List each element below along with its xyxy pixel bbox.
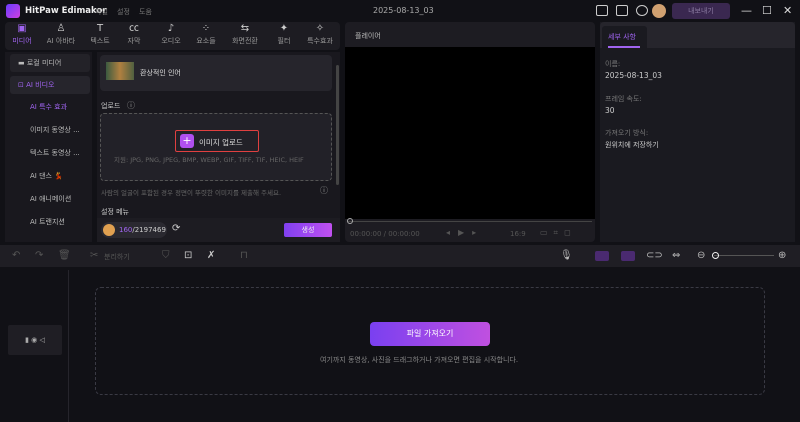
layout-icon[interactable]	[596, 5, 608, 16]
tab-underline	[608, 46, 640, 48]
playback-slider[interactable]	[348, 221, 592, 222]
plus-icon: +	[180, 134, 194, 148]
zoom-slider[interactable]	[714, 255, 774, 256]
project-title: 2025-08-13_03	[373, 6, 434, 15]
sidebar-item-text-to-video[interactable]: 텍스트 동영상 ...	[10, 144, 90, 162]
tab-effects[interactable]: ✧ 특수효과	[301, 22, 339, 46]
menu-file[interactable]: 파일	[95, 7, 108, 17]
tab-transition[interactable]: ⇆ 화면전환	[224, 22, 266, 46]
fit-icon[interactable]: ⇔	[672, 250, 680, 261]
remove-icon[interactable]: ✗	[207, 250, 215, 261]
tab-elements[interactable]: ⁘ 요소들	[189, 22, 223, 46]
sidebar-item-ai-transition[interactable]: AI 트랜지션	[10, 213, 90, 231]
microphone-icon[interactable]: 🎙	[560, 250, 573, 261]
import-mode-value: 원위치에 저장하기	[605, 141, 659, 149]
track-icon[interactable]: ⊂⊃	[646, 250, 663, 261]
sidebar-item-ai-video[interactable]: ⊡ AI 비디오	[10, 76, 90, 94]
minimize-button[interactable]: —	[741, 4, 752, 17]
zoom-out-icon[interactable]: ⊖	[697, 250, 705, 261]
download-icon[interactable]	[636, 5, 648, 16]
aspect-ratio-select[interactable]: 16:9	[510, 230, 526, 238]
filter-icon: ✦	[279, 23, 289, 34]
text-box-icon[interactable]: ⊡	[184, 250, 192, 261]
import-mode-label: 가져오기 방식:	[605, 129, 649, 137]
sidebar-item-ai-effects[interactable]: AI 특수 효과	[10, 98, 90, 116]
export-frame-icon[interactable]: ⊓	[240, 250, 248, 261]
name-label: 이름:	[605, 60, 621, 68]
credits: 160/2197469	[119, 226, 166, 234]
tab-ai-avatar[interactable]: ♙ AI 아바타	[41, 22, 81, 46]
effect-thumbnail	[106, 62, 134, 80]
cc-icon: ㏄	[129, 23, 139, 34]
supported-formats: 지원: JPG, PNG, JPEG, BMP, WEBP, GIF, TIFF…	[114, 156, 304, 164]
playback-controls[interactable]: ◂▶▸	[446, 228, 484, 237]
generate-button[interactable]: 생성	[284, 223, 332, 237]
app-logo	[6, 4, 20, 18]
fps-value: 30	[605, 106, 615, 115]
zoom-handle[interactable]	[712, 252, 719, 259]
settings-label: 설정 메뉴	[101, 208, 129, 216]
coin-icon	[103, 224, 115, 236]
fps-label: 프레임 속도:	[605, 95, 642, 103]
undo-icon[interactable]: ↶	[12, 250, 20, 261]
feedback-icon[interactable]	[616, 5, 628, 16]
import-file-button[interactable]: 파일 가져오기	[370, 322, 490, 346]
upload-image-label: 이미지 업로드	[199, 138, 243, 147]
preview-screen	[345, 47, 595, 219]
player-tools-icon[interactable]: ▭⌗◻	[540, 228, 577, 238]
tab-audio[interactable]: ♪ 오디오	[154, 22, 188, 46]
playhead-handle[interactable]	[347, 218, 353, 224]
sidebar: ▬ 로컬 미디어 ⊡ AI 비디오 AI 특수 효과 이미지 동영상 ... 텍…	[5, 52, 92, 242]
tab-filter[interactable]: ✦ 필터	[267, 22, 301, 46]
refresh-icon[interactable]: ⟳	[172, 223, 180, 234]
time-display: 00:00:00 / 00:00:00	[350, 230, 420, 238]
avatar-icon: ♙	[56, 23, 66, 34]
delete-icon[interactable]: 🗑	[58, 250, 71, 261]
avatar[interactable]	[652, 4, 666, 18]
name-value: 2025-08-13_03	[605, 71, 662, 80]
toolbar-tabs: ▣ 미디어 ♙ AI 아바타 T 텍스트 ㏄ 자막 ♪ 오디오 ⁘ 요소들 ⇆ 화면전환 ✦ 필…	[5, 22, 340, 50]
music-icon: ♪	[167, 23, 175, 34]
menu-settings[interactable]: 설정	[117, 7, 130, 17]
info-icon[interactable]: ⓘ	[320, 185, 328, 196]
text-icon: T	[96, 23, 104, 34]
info-icon[interactable]: ⓘ	[127, 100, 135, 111]
redo-icon[interactable]: ↷	[35, 250, 43, 261]
scrollbar[interactable]	[336, 65, 339, 185]
zoom-in-icon[interactable]: ⊕	[778, 250, 786, 261]
sidebar-item-image-to-video[interactable]: 이미지 동영상 ...	[10, 121, 90, 139]
sidebar-item-ai-dance[interactable]: AI 댄스 💃	[10, 167, 90, 185]
sidebar-item-ai-animation[interactable]: AI 애니메이션	[10, 190, 90, 208]
menu-help[interactable]: 도움	[139, 7, 152, 17]
image-icon: ▣	[17, 23, 27, 34]
face-hint: 사람의 얼굴이 포함된 경우 정면이 뚜렷한 이미지를 제출해 주세요.	[101, 189, 282, 197]
drop-hint: 여기까지 동영상, 사진을 드래그하거나 가져오면 편집을 시작합니다.	[320, 356, 519, 364]
elements-icon: ⁘	[201, 23, 211, 34]
tab-details-label: 세부 사항	[608, 33, 636, 41]
tab-text[interactable]: T 텍스트	[83, 22, 117, 46]
sidebar-item-local-media[interactable]: ▬ 로컬 미디어	[10, 54, 90, 72]
player-title: 플레이어	[355, 32, 381, 40]
maximize-button[interactable]: ☐	[762, 4, 772, 17]
track-header: ▮ ◉ ◁	[8, 325, 62, 355]
track-controls-icon[interactable]: ▮ ◉ ◁	[25, 336, 45, 344]
effects-icon: ✧	[315, 23, 325, 34]
transition-icon: ⇆	[240, 23, 250, 34]
link-icon[interactable]	[595, 251, 609, 261]
effect-name: 환상적인 인어	[140, 69, 181, 77]
split-icon[interactable]: ✂	[90, 250, 98, 261]
export-button[interactable]: 내보내기	[672, 3, 730, 19]
track-divider	[68, 270, 69, 422]
magnet-icon[interactable]	[621, 251, 635, 261]
tab-subtitle[interactable]: ㏄ 자막	[117, 22, 151, 46]
close-button[interactable]: ✕	[783, 4, 792, 17]
tab-media[interactable]: ▣ 미디어	[5, 22, 39, 46]
selected-effect-card[interactable]	[100, 55, 332, 91]
split-label[interactable]: 분리하기	[104, 252, 130, 262]
shield-icon[interactable]: ⛉	[162, 250, 170, 261]
upload-label: 업로드	[101, 102, 121, 110]
